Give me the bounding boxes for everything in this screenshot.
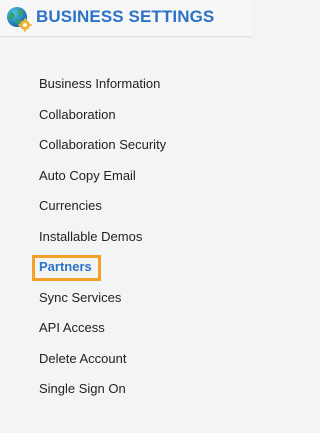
menu-item-installable-demos[interactable]: Installable Demos: [0, 222, 251, 253]
settings-menu: Business Information Collaboration Colla…: [0, 69, 251, 405]
menu-item-sync-services[interactable]: Sync Services: [0, 283, 251, 314]
menu-item-single-sign-on[interactable]: Single Sign On: [0, 374, 251, 405]
menu-item-collaboration[interactable]: Collaboration: [0, 100, 251, 131]
settings-header: BUSINESS SETTINGS: [0, 0, 251, 37]
menu-item-api-access[interactable]: API Access: [0, 313, 251, 344]
menu-item-auto-copy-email[interactable]: Auto Copy Email: [0, 161, 251, 192]
menu-item-partners-label: Partners: [39, 259, 92, 274]
menu-item-business-information[interactable]: Business Information: [0, 69, 251, 100]
menu-item-partners[interactable]: Partners: [0, 252, 251, 283]
page-title: BUSINESS SETTINGS: [36, 7, 215, 26]
menu-item-collaboration-security[interactable]: Collaboration Security: [0, 130, 251, 161]
menu-item-currencies[interactable]: Currencies: [0, 191, 251, 222]
globe-gear-icon: [7, 7, 32, 32]
menu-item-delete-account[interactable]: Delete Account: [0, 344, 251, 375]
